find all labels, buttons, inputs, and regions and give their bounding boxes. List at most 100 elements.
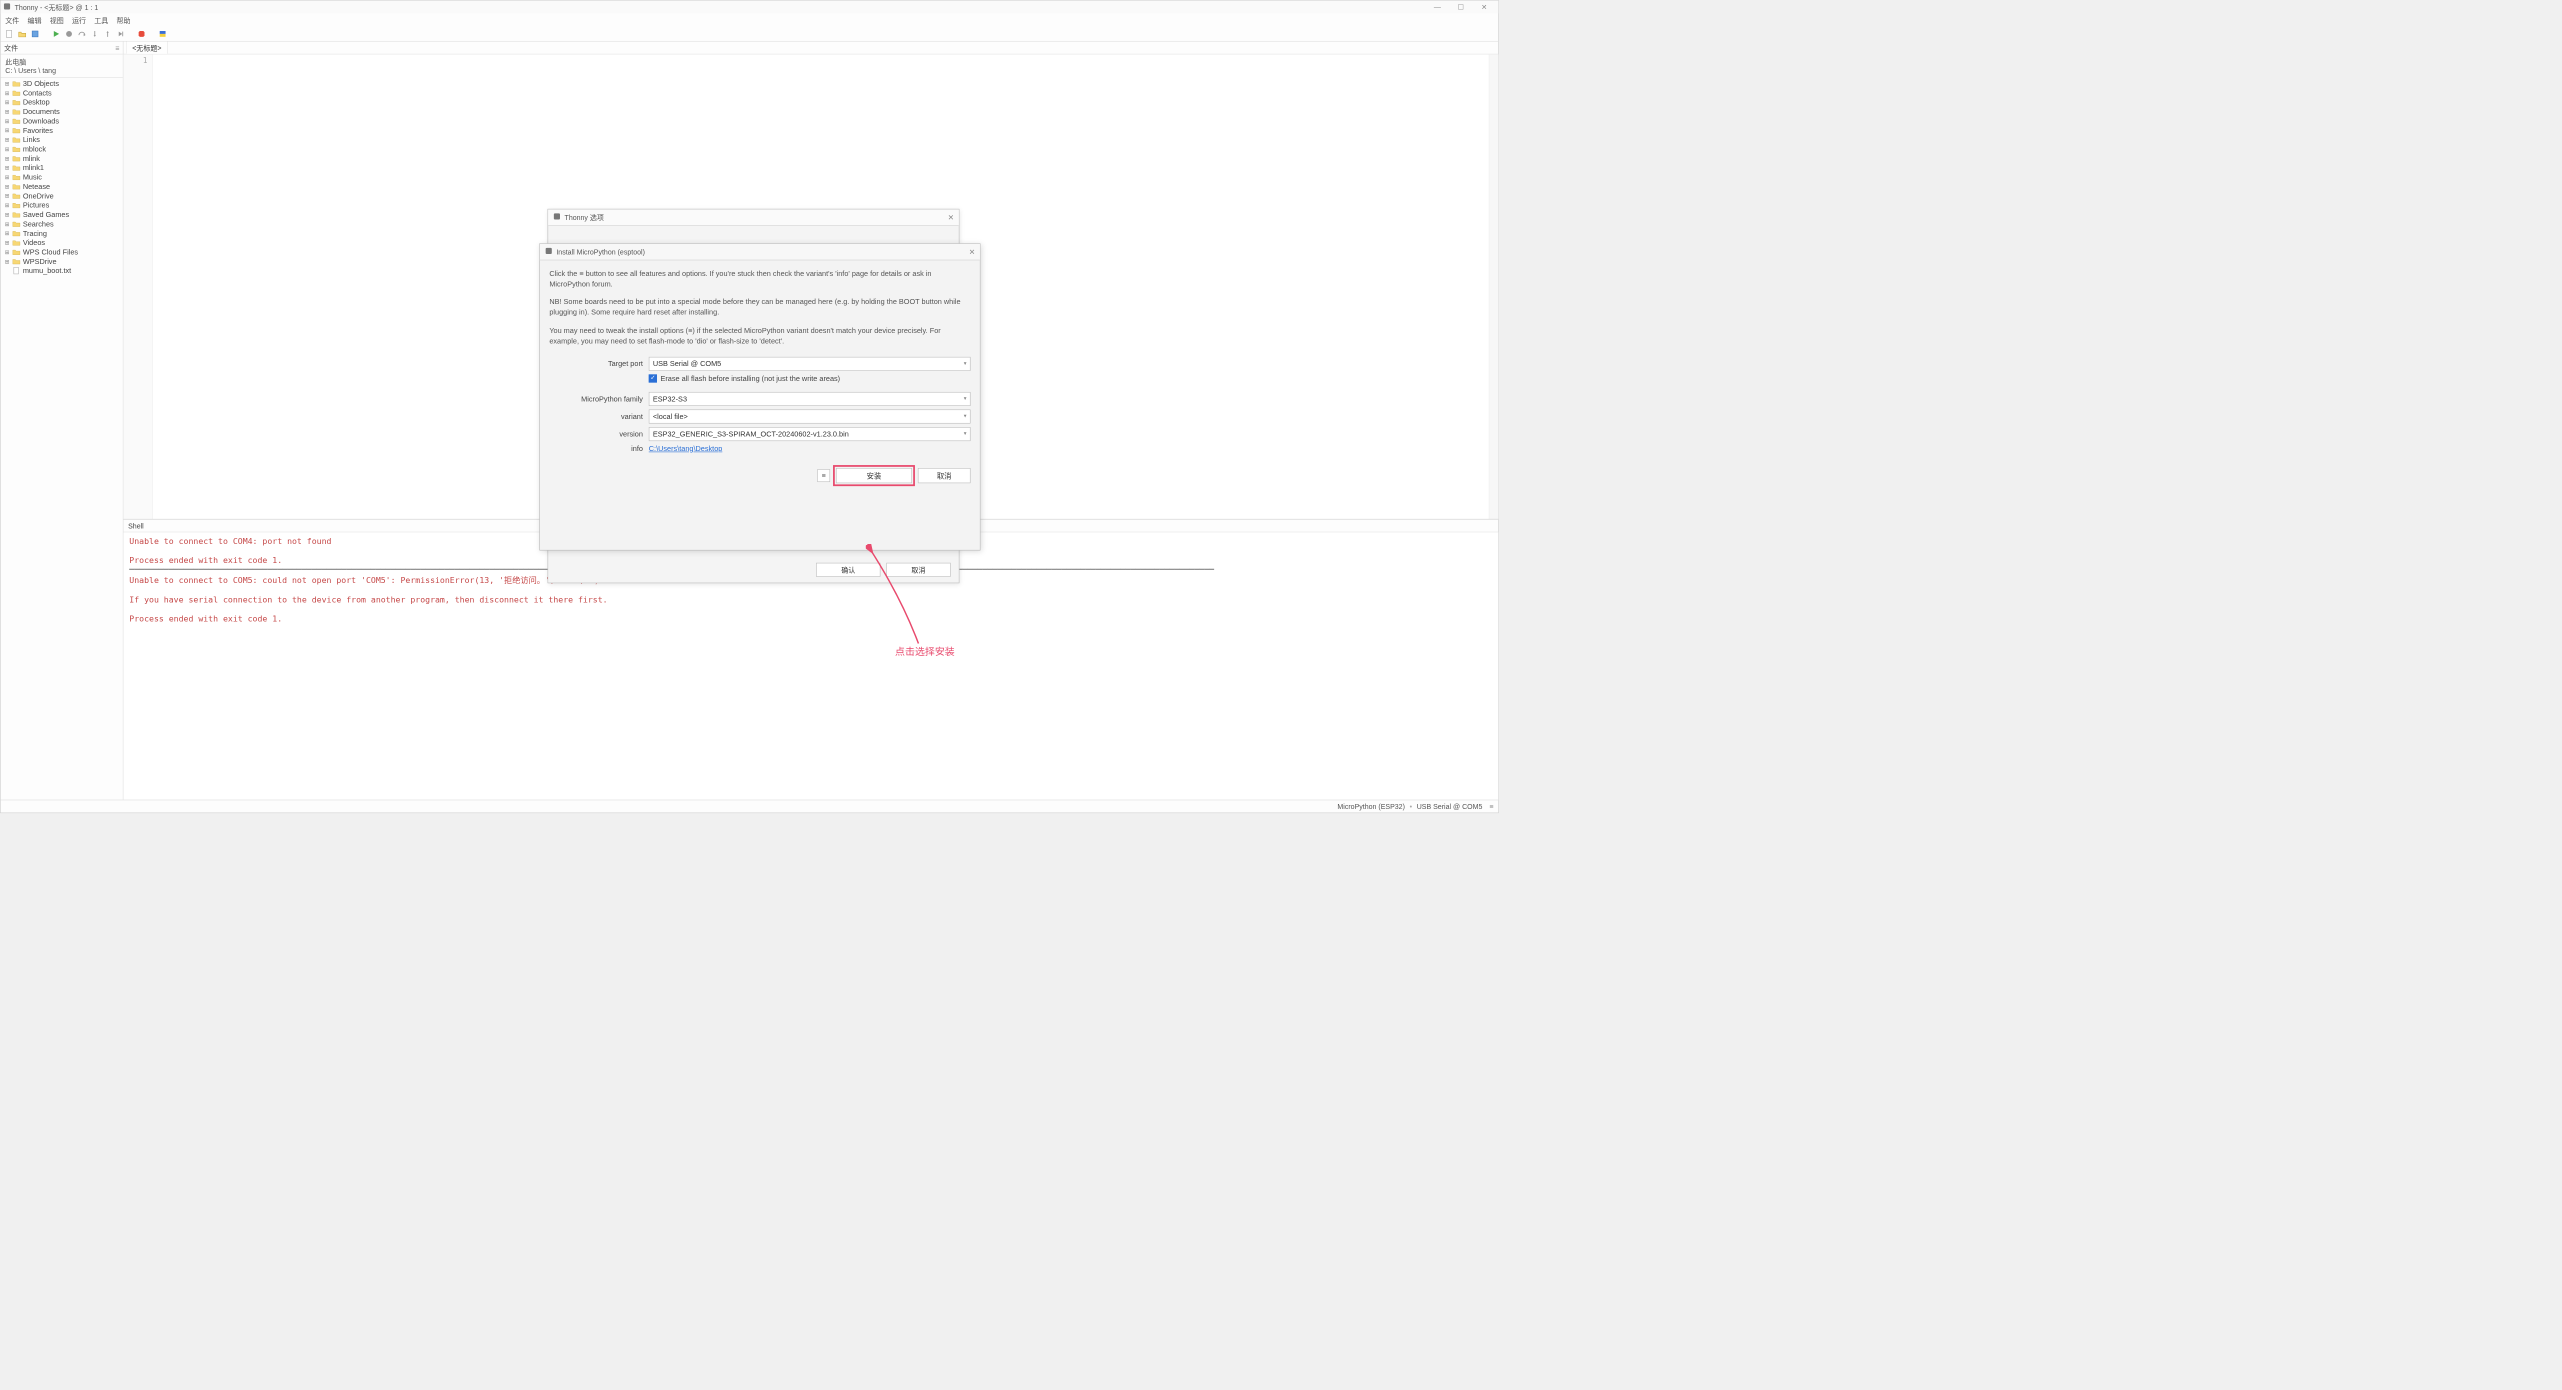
folder-item[interactable]: ⊞3D Objects (3, 79, 121, 88)
expand-icon[interactable]: ⊞ (4, 211, 10, 217)
install-options-icon[interactable]: ≡ (817, 469, 830, 482)
folder-item[interactable]: ⊞Downloads (3, 116, 121, 125)
folder-item[interactable]: ⊞ OneDrive (3, 191, 121, 200)
menu-run[interactable]: 运行 (72, 15, 86, 25)
folder-item[interactable]: ⊞mblock (3, 144, 121, 153)
editor-tab[interactable]: <无标题> (126, 41, 168, 54)
expand-icon[interactable]: ⊞ (4, 202, 10, 208)
info-link[interactable]: C:\Users\tang\Desktop (649, 444, 723, 452)
status-menu-icon[interactable]: ≡ (1489, 802, 1493, 810)
panel-menu-icon[interactable]: ≡ (115, 44, 119, 52)
folder-icon (12, 89, 20, 97)
target-port-dropdown[interactable]: USB Serial @ COM5▾ (649, 357, 971, 371)
version-dropdown[interactable]: ESP32_GENERIC_S3-SPIRAM_OCT-20240602-v1.… (649, 427, 971, 441)
close-button[interactable]: ✕ (1472, 3, 1495, 11)
menu-file[interactable]: 文件 (5, 15, 19, 25)
save-file-icon[interactable] (30, 28, 41, 39)
install-cancel-button[interactable]: 取消 (918, 468, 971, 483)
menu-view[interactable]: 视图 (50, 15, 64, 25)
expand-icon[interactable]: ⊞ (4, 155, 10, 161)
menu-tools[interactable]: 工具 (94, 15, 108, 25)
options-ok-button[interactable]: 确认 (816, 563, 880, 577)
shell-title: Shell (128, 522, 144, 530)
editor-tabs: <无标题> (123, 42, 1498, 55)
expand-icon[interactable]: ⊞ (4, 240, 10, 246)
expand-icon[interactable]: ⊞ (4, 146, 10, 152)
open-file-icon[interactable] (17, 28, 28, 39)
folder-item[interactable]: ⊞ Music (3, 173, 121, 182)
expand-icon[interactable]: ⊞ (4, 118, 10, 124)
expand-icon[interactable]: ⊞ (4, 165, 10, 171)
debug-icon[interactable] (64, 28, 75, 39)
statusbar: MicroPython (ESP32) • USB Serial @ COM5 … (1, 800, 1499, 813)
tree-item-label: Desktop (23, 98, 50, 106)
expand-icon[interactable]: ⊞ (4, 109, 10, 115)
install-close-icon[interactable]: ✕ (969, 247, 975, 256)
tree-item-label: Links (23, 136, 40, 144)
file-root[interactable]: 此电脑 C: \ Users \ tang (1, 54, 123, 77)
variant-dropdown[interactable]: <local file>▾ (649, 409, 971, 423)
menu-help[interactable]: 帮助 (116, 15, 130, 25)
step-into-icon[interactable] (90, 28, 101, 39)
resume-icon[interactable] (115, 28, 126, 39)
folder-item[interactable]: ⊞ Favorites (3, 126, 121, 135)
folder-icon (12, 80, 20, 88)
file-tree: ⊞3D Objects⊞Contacts⊞Desktop⊞Documents⊞D… (1, 78, 123, 800)
folder-item[interactable]: ⊞Videos (3, 238, 121, 247)
maximize-button[interactable]: ☐ (1449, 3, 1472, 11)
expand-icon[interactable]: ⊞ (4, 221, 10, 227)
folder-icon (12, 145, 20, 153)
folder-item[interactable]: ⊞Netease (3, 182, 121, 191)
run-icon[interactable] (51, 28, 62, 39)
install-button[interactable]: 安装 (836, 468, 912, 483)
expand-icon[interactable]: ⊞ (4, 258, 10, 264)
tree-item-label: Music (23, 173, 42, 181)
folder-item[interactable]: ⊞mlink (3, 154, 121, 163)
tree-item-label: Favorites (23, 126, 53, 134)
folder-item[interactable]: ⊞ Links (3, 135, 121, 144)
expand-icon[interactable]: ⊞ (4, 174, 10, 180)
expand-icon[interactable]: ⊞ (4, 230, 10, 236)
folder-item[interactable]: ⊞ Documents (3, 107, 121, 116)
folder-item[interactable]: ⊞ Desktop (3, 98, 121, 107)
folder-item[interactable]: ⊞ Contacts (3, 88, 121, 97)
expand-icon[interactable]: ⊞ (4, 127, 10, 133)
options-cancel-button[interactable]: 取消 (886, 563, 950, 577)
tree-item-label: OneDrive (23, 192, 54, 200)
tree-item-label: Contacts (23, 89, 52, 97)
folder-item[interactable]: ⊞Pictures (3, 201, 121, 210)
expand-icon[interactable]: ⊞ (4, 99, 10, 105)
install-dialog: Install MicroPython (esptool) ✕ Click th… (539, 243, 980, 550)
erase-flash-checkbox[interactable]: ✓ Erase all flash before installing (not… (649, 374, 971, 382)
folder-icon (12, 192, 20, 200)
expand-icon[interactable]: ⊞ (4, 137, 10, 143)
minimize-button[interactable]: — (1426, 3, 1449, 11)
editor-scrollbar[interactable] (1489, 54, 1498, 518)
expand-icon[interactable]: ⊞ (4, 193, 10, 199)
expand-icon[interactable]: ⊞ (4, 183, 10, 189)
folder-item[interactable]: ⊞mlink1 (3, 163, 121, 172)
folder-item[interactable]: ⊞WPSDrive (3, 257, 121, 266)
file-item[interactable]: mumu_boot.txt (3, 266, 121, 275)
flag-icon[interactable] (157, 28, 168, 39)
status-interpreter[interactable]: MicroPython (ESP32) (1337, 802, 1405, 810)
expand-icon[interactable]: ⊞ (4, 80, 10, 86)
menu-edit[interactable]: 编辑 (28, 15, 42, 25)
folder-item[interactable]: ⊞ Saved Games (3, 210, 121, 219)
folder-icon (12, 136, 20, 144)
new-file-icon[interactable] (4, 28, 15, 39)
folder-item[interactable]: ⊞Tracing (3, 229, 121, 238)
gutter: 1 (123, 54, 152, 518)
expand-icon[interactable]: ⊞ (4, 90, 10, 96)
options-close-icon[interactable]: ✕ (948, 213, 954, 222)
folder-item[interactable]: ⊞WPS Cloud Files (3, 247, 121, 256)
tree-item-label: Saved Games (23, 211, 69, 219)
folder-item[interactable]: ⊞Searches (3, 219, 121, 228)
expand-icon[interactable]: ⊞ (4, 249, 10, 255)
step-over-icon[interactable] (77, 28, 88, 39)
status-port[interactable]: USB Serial @ COM5 (1417, 802, 1483, 810)
family-dropdown[interactable]: ESP32-S3▾ (649, 392, 971, 406)
tree-item-label: Documents (23, 108, 60, 116)
step-out-icon[interactable] (102, 28, 113, 39)
stop-icon[interactable] (136, 28, 147, 39)
